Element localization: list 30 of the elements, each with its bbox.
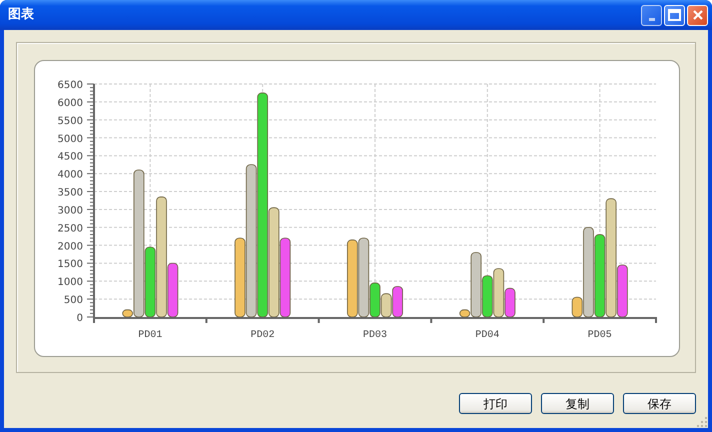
- y-tick-label: 500: [64, 295, 83, 306]
- x-tick-label: PD04: [475, 330, 500, 341]
- y-tick-label: 0: [76, 313, 83, 324]
- y-tick-label: 2500: [58, 223, 83, 234]
- y-tick-label: 1000: [58, 277, 83, 288]
- maximize-button[interactable]: [664, 4, 685, 26]
- y-tick-label: 6000: [58, 98, 83, 109]
- x-tick-label: PD01: [138, 330, 162, 341]
- y-tick-label: 4000: [58, 170, 83, 181]
- minimize-button[interactable]: [641, 4, 662, 26]
- y-tick-label: 1500: [58, 259, 83, 270]
- action-button[interactable]: 打印: [459, 393, 532, 414]
- y-tick-label: 5500: [58, 116, 83, 127]
- y-tick-label: 4500: [58, 152, 83, 163]
- maximize-icon: [668, 9, 681, 21]
- close-button[interactable]: [687, 4, 708, 26]
- x-tick-label: PD03: [363, 330, 387, 341]
- action-button[interactable]: 保存: [623, 393, 696, 414]
- x-tick-label: PD02: [250, 330, 275, 341]
- minimize-icon: [648, 18, 654, 20]
- y-tick-label: 3500: [58, 188, 83, 199]
- window-title: 图表: [8, 6, 35, 24]
- y-tick-label: 2000: [58, 241, 83, 252]
- y-tick-label: 5000: [58, 134, 83, 145]
- resize-grip-icon[interactable]: [697, 417, 708, 428]
- x-tick-label: PD05: [588, 330, 612, 341]
- y-tick-label: 6500: [58, 80, 83, 91]
- close-icon: [692, 9, 704, 21]
- action-button[interactable]: 复制: [541, 393, 614, 414]
- y-tick-label: 3000: [58, 205, 83, 216]
